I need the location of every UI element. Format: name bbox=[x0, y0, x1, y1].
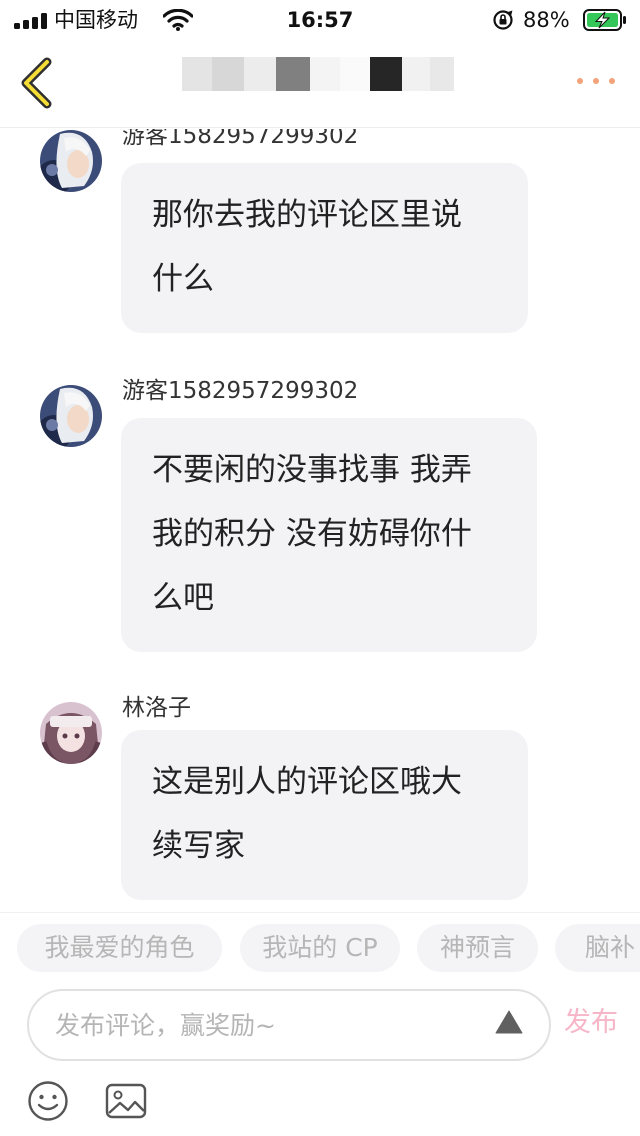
composer-toolbar bbox=[0, 1075, 640, 1136]
comment-input[interactable]: 发布评论，赢奖励~ bbox=[27, 989, 551, 1061]
comment-list[interactable]: 游客15829572993​02 那你去我的评论区里说 什么 游客1582957… bbox=[0, 129, 640, 911]
comment-text-line: 么吧 bbox=[152, 580, 214, 616]
topic-chip[interactable]: 神预言 bbox=[417, 924, 538, 972]
comment-input-placeholder: 发布评论，赢奖励~ bbox=[55, 1011, 276, 1040]
battery-charging-icon bbox=[583, 9, 626, 31]
topic-chip[interactable]: 我最爱的角色 bbox=[17, 924, 222, 972]
avatar[interactable] bbox=[40, 702, 102, 764]
comment-username[interactable]: 林洛子 bbox=[122, 693, 191, 723]
comment-text-line: 那你去我的评论区里说 bbox=[152, 197, 462, 233]
status-bar: 中国移动 16:57 88% bbox=[0, 0, 640, 40]
topic-chip-bar[interactable]: 我最爱的角色 我站的 CP 神预言 脑补 bbox=[0, 912, 640, 978]
battery-percentage: 88% bbox=[523, 8, 570, 32]
comment-text-line: 续写家 bbox=[152, 828, 245, 864]
emoji-icon[interactable] bbox=[27, 1080, 69, 1122]
avatar[interactable] bbox=[40, 385, 102, 447]
comment-text-line: 这是别人的评论区哦大 bbox=[152, 764, 462, 800]
comment-composer: 发布评论，赢奖励~ 发布 bbox=[0, 980, 640, 1070]
comment-username[interactable]: 游客15829572993​02 bbox=[122, 376, 358, 406]
topic-chip[interactable]: 我站的 CP bbox=[240, 924, 400, 972]
publish-button[interactable]: 发布 bbox=[564, 1005, 618, 1041]
chevron-left-icon[interactable] bbox=[14, 56, 58, 110]
comment-bubble[interactable]: 这是别人的评论区哦大 续写家 bbox=[121, 730, 528, 900]
comment-text-line: 我的积分 没有妨碍你什 bbox=[152, 516, 472, 552]
topic-chip[interactable]: 脑补 bbox=[555, 924, 640, 972]
more-dots-icon[interactable] bbox=[574, 78, 618, 88]
comment-username[interactable]: 游客15829572993​02 bbox=[122, 129, 358, 151]
comment-bubble[interactable]: 那你去我的评论区里说 什么 bbox=[121, 163, 528, 333]
image-icon[interactable] bbox=[105, 1083, 147, 1119]
comment-bubble[interactable]: 不要闲的没事找事 我弄 我的积分 没有妨碍你什 么吧 bbox=[121, 418, 537, 652]
page-title-redacted bbox=[182, 57, 454, 91]
triangle-up-icon[interactable] bbox=[495, 1010, 523, 1034]
navigation-bar bbox=[0, 40, 640, 128]
rotation-lock-icon bbox=[493, 10, 513, 30]
comment-text-line: 不要闲的没事找事 我弄 bbox=[152, 452, 472, 488]
avatar[interactable] bbox=[40, 130, 102, 192]
comment-text-line: 什么 bbox=[152, 261, 214, 297]
